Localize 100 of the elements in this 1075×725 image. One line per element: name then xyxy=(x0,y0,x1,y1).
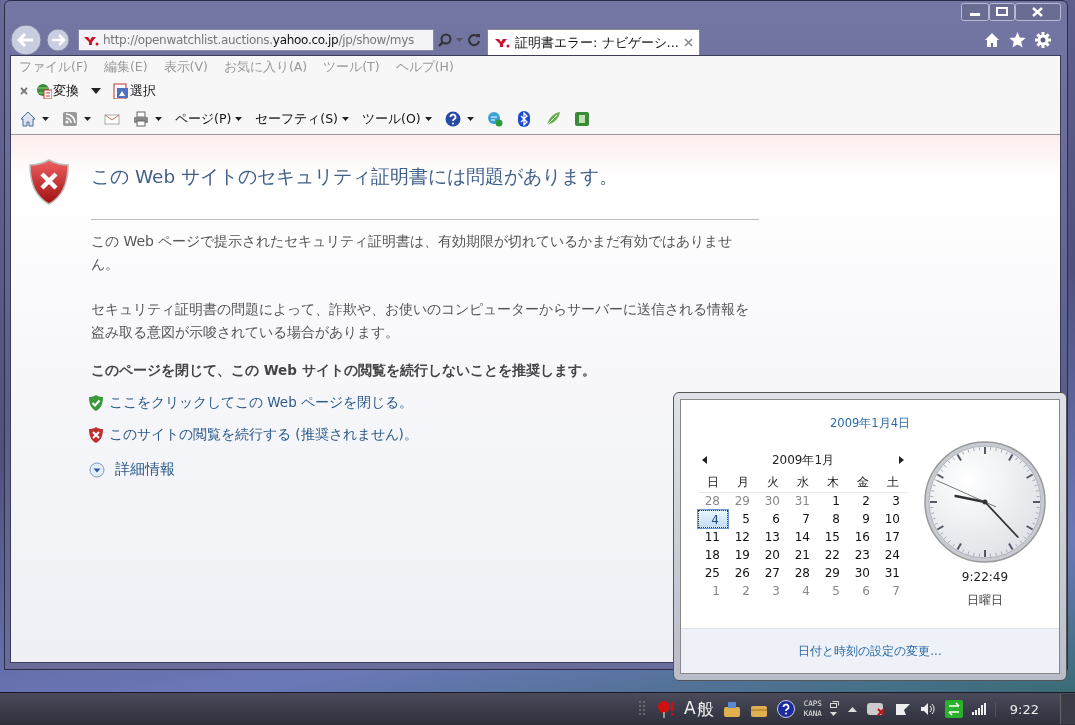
flag-icon[interactable] xyxy=(894,702,911,716)
caret-icon[interactable] xyxy=(466,117,474,121)
more-info-link[interactable]: 詳細情報 xyxy=(115,460,175,479)
address-field[interactable]: http://openwatchlist.auctions.yahoo.co.jp/jp/show/mys xyxy=(78,29,434,51)
calendar-day[interactable]: 29 xyxy=(818,564,848,582)
calendar-day[interactable]: 19 xyxy=(728,546,758,564)
link[interactable]: このサイトの閲覧を続行する (推奨されません)。 xyxy=(109,426,418,444)
calendar-day[interactable]: 7 xyxy=(788,510,818,528)
calendar-day[interactable]: 3 xyxy=(878,492,908,510)
leaf-icon[interactable] xyxy=(544,111,561,127)
caret-icon[interactable] xyxy=(42,117,49,121)
calendar-day[interactable]: 28 xyxy=(698,492,728,510)
previous-month-button[interactable] xyxy=(702,456,707,464)
toolbar-button[interactable]: 選択 xyxy=(111,82,158,100)
signal-icon[interactable] xyxy=(971,703,986,715)
expand-icon[interactable] xyxy=(89,461,105,478)
help-icon[interactable] xyxy=(776,700,795,718)
calendar-day[interactable]: 4 xyxy=(698,510,728,528)
calendar-day[interactable]: 21 xyxy=(788,546,818,564)
toolbar-button[interactable]: 変換 xyxy=(34,82,81,100)
calendar-day[interactable]: 2 xyxy=(728,582,758,600)
settings-link[interactable]: 日付と時刻の設定の変更... xyxy=(798,642,942,660)
help-icon[interactable] xyxy=(444,111,461,127)
calendar-day[interactable]: 31 xyxy=(878,564,908,582)
date-link[interactable]: 2009年1月4日 xyxy=(830,416,910,431)
calendar-day[interactable]: 10 xyxy=(878,510,908,528)
notebook-icon[interactable] xyxy=(573,111,590,127)
calendar-day[interactable]: 20 xyxy=(758,546,788,564)
month-title[interactable]: 2009年1月 xyxy=(771,451,835,469)
home-icon[interactable] xyxy=(20,111,36,127)
calendar-day[interactable]: 29 xyxy=(728,492,758,510)
calendar-day[interactable]: 17 xyxy=(878,528,908,546)
calendar-day[interactable]: 6 xyxy=(758,510,788,528)
calendar-day[interactable]: 16 xyxy=(848,528,878,546)
calendar-day[interactable]: 6 xyxy=(848,582,878,600)
calendar-day[interactable]: 14 xyxy=(788,528,818,546)
calendar-day[interactable]: 23 xyxy=(848,546,878,564)
calendar-day[interactable]: 13 xyxy=(758,528,788,546)
calendar-day[interactable]: 27 xyxy=(758,564,788,582)
home-icon[interactable] xyxy=(984,32,1000,48)
chat-bubble-icon[interactable] xyxy=(486,111,503,127)
taskbar-clock[interactable]: 9:22 xyxy=(994,701,1051,717)
caret-icon[interactable] xyxy=(155,117,162,121)
refresh-icon[interactable] xyxy=(467,33,481,47)
sync-icon[interactable] xyxy=(944,700,963,718)
calendar-day[interactable]: 2 xyxy=(848,492,878,510)
search-icon[interactable] xyxy=(438,33,452,47)
speaker-icon[interactable] xyxy=(919,702,936,716)
calendar-day[interactable]: 22 xyxy=(818,546,848,564)
toolbox-icon[interactable] xyxy=(722,700,741,718)
error-shield-icon xyxy=(89,427,103,443)
calendar-day[interactable]: 9 xyxy=(848,510,878,528)
calendar-day[interactable]: 31 xyxy=(788,492,818,510)
calendar-day[interactable]: 1 xyxy=(698,582,728,600)
calendar-day[interactable]: 5 xyxy=(728,510,758,528)
calendar-day[interactable]: 24 xyxy=(878,546,908,564)
show-hidden-icons-button[interactable] xyxy=(847,706,857,712)
calendar-day[interactable]: 3 xyxy=(758,582,788,600)
close-icon[interactable] xyxy=(20,87,28,95)
window-icon[interactable] xyxy=(829,700,839,708)
calendar-day[interactable]: 15 xyxy=(818,528,848,546)
calendar-day[interactable]: 25 xyxy=(698,564,728,582)
calendar-day[interactable]: 11 xyxy=(698,528,728,546)
calendar-day[interactable]: 4 xyxy=(788,582,818,600)
caret-icon[interactable] xyxy=(829,712,837,716)
close-icon[interactable] xyxy=(683,38,693,47)
calendar-day[interactable]: 30 xyxy=(848,564,878,582)
bluetooth-icon[interactable] xyxy=(515,111,532,127)
calendar-day[interactable]: 12 xyxy=(728,528,758,546)
calendar-day[interactable]: 1 xyxy=(818,492,848,510)
mail-icon[interactable] xyxy=(104,111,120,127)
next-month-button[interactable] xyxy=(899,456,904,464)
calendar-day[interactable]: 7 xyxy=(878,582,908,600)
feed-icon[interactable] xyxy=(62,111,78,127)
maximize-button[interactable] xyxy=(989,3,1015,21)
print-icon[interactable] xyxy=(133,111,149,127)
minimize-button[interactable] xyxy=(961,3,989,21)
calendar-day[interactable]: 8 xyxy=(818,510,848,528)
caret-icon[interactable] xyxy=(91,88,101,94)
settings-icon[interactable] xyxy=(1035,32,1051,48)
toolbar-menu[interactable]: ページ(P) xyxy=(175,110,243,128)
calendar-day[interactable]: 30 xyxy=(758,492,788,510)
input-mode-indicator[interactable]: 般 xyxy=(696,697,714,721)
link[interactable]: ここをクリックしてこの Web ページを閉じる。 xyxy=(109,394,413,412)
toolbar-menu[interactable]: セーフティ(S) xyxy=(255,110,349,128)
caret-icon[interactable] xyxy=(84,117,91,121)
calendar-day[interactable]: 18 xyxy=(698,546,728,564)
device-icon[interactable] xyxy=(865,701,886,717)
input-mode-indicator[interactable]: A xyxy=(684,697,696,721)
pin-icon[interactable] xyxy=(657,700,676,718)
calendar-day[interactable]: 5 xyxy=(818,582,848,600)
back-button[interactable] xyxy=(10,24,42,56)
calendar-day[interactable]: 26 xyxy=(728,564,758,582)
toolbar-menu[interactable]: ツール(O) xyxy=(362,110,432,128)
close-button[interactable] xyxy=(1015,3,1061,21)
star-icon[interactable] xyxy=(1009,32,1026,48)
weekday-name: 日曜日 xyxy=(967,592,1003,609)
browser-tab[interactable]: 証明書エラー: ナビゲーシ... xyxy=(487,29,700,55)
calendar-day[interactable]: 28 xyxy=(788,564,818,582)
forward-button[interactable] xyxy=(46,28,70,52)
